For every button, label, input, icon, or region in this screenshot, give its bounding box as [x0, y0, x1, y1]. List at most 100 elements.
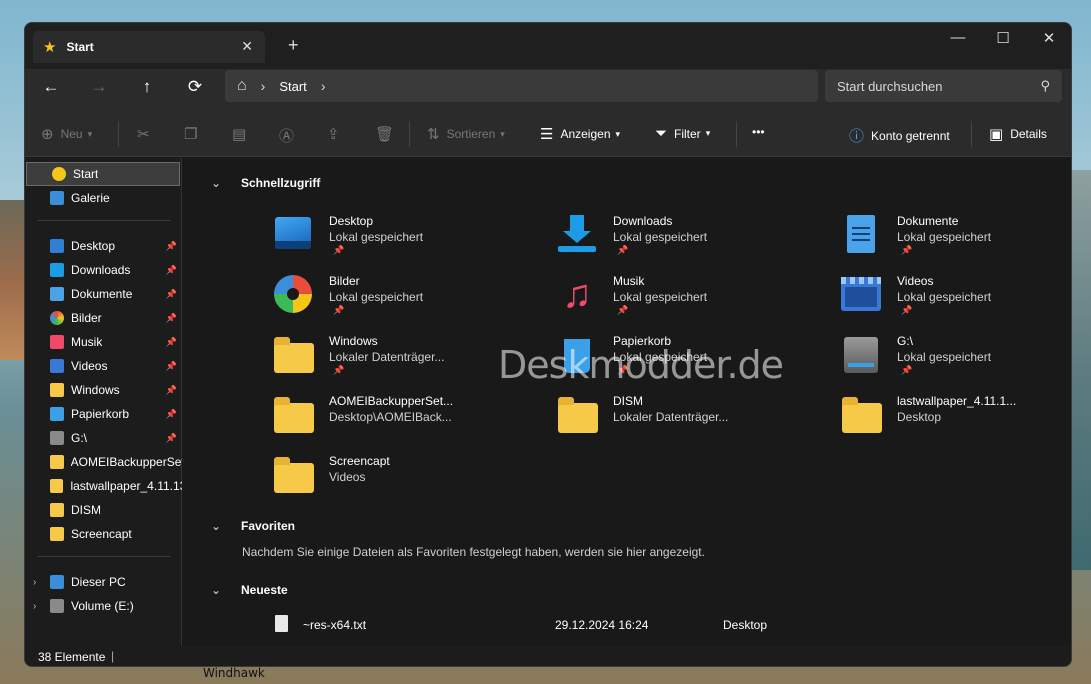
tile-dokumente[interactable]: Dokumente Lokal gespeichert 📌	[840, 213, 1071, 271]
copy-button[interactable]: ❐	[184, 125, 204, 143]
tile-lastwallpaper[interactable]: lastwallpaper_4.11.1... Desktop	[840, 393, 1071, 451]
sidebar-divider	[37, 220, 171, 221]
music-icon	[50, 335, 64, 349]
section-favorites[interactable]: ⌄ Favoriten	[211, 519, 295, 533]
rename-button[interactable]: Ⓐ	[279, 125, 301, 146]
address-bar[interactable]: ⌂ › Start ›	[225, 70, 818, 102]
chevron-down-icon[interactable]: ⌄	[211, 583, 221, 597]
delete-button[interactable]: 🗑	[375, 125, 401, 143]
tile-bilder[interactable]: Bilder Lokal gespeichert 📌	[272, 273, 532, 331]
tile-name: Windows	[329, 334, 378, 348]
list-item[interactable]: ~res-x64.txt 29.12.2024 16:24 Desktop	[273, 615, 793, 637]
tile-name: Downloads	[613, 214, 673, 228]
drive-icon	[50, 431, 64, 445]
folder-icon	[50, 383, 64, 397]
folder-icon	[50, 503, 64, 517]
search-input[interactable]: Start durchsuchen ⚲	[825, 70, 1062, 102]
sidebar-item-dokumente[interactable]: Dokumente 📌	[25, 282, 182, 306]
view-list-icon: ☰	[540, 126, 554, 143]
pin-icon[interactable]: 📌	[166, 409, 177, 420]
section-recent[interactable]: ⌄ Neueste	[211, 583, 288, 597]
chevron-right-icon[interactable]: ›	[33, 601, 36, 612]
share-button[interactable]: ⇪	[327, 125, 347, 143]
maximize-button[interactable]: ☐	[988, 29, 1018, 55]
breadcrumb[interactable]: Start	[279, 79, 306, 94]
taskbar-label[interactable]: Windhawk	[203, 666, 265, 680]
tile-videos[interactable]: Videos Lokal gespeichert 📌	[840, 273, 1071, 331]
sidebar-item-galerie[interactable]: Galerie	[25, 186, 182, 210]
sidebar-item-volume-e[interactable]: › Volume (E:)	[25, 594, 182, 618]
pin-icon[interactable]: 📌	[166, 385, 177, 396]
account-status-button[interactable]: ⓘ Konto getrennt	[849, 125, 950, 146]
new-button[interactable]: ⊕ Neu ▾	[41, 125, 92, 143]
sidebar-item-windows[interactable]: Windows 📌	[25, 378, 182, 402]
tile-g-drive[interactable]: G:\ Lokal gespeichert 📌	[840, 333, 1071, 391]
cut-button[interactable]: ✂	[137, 125, 157, 143]
tab-close-icon[interactable]: ✕	[241, 38, 253, 55]
tile-subtitle: Lokaler Datenträger...	[329, 350, 445, 364]
desktop-icon	[272, 213, 314, 255]
filter-button[interactable]: ⏷ Filter ▾	[655, 125, 710, 142]
desktop-background-left	[0, 200, 24, 360]
forward-button[interactable]: →	[85, 77, 113, 103]
pin-icon[interactable]: 📌	[166, 265, 177, 276]
sidebar-item-bilder[interactable]: Bilder 📌	[25, 306, 182, 330]
sidebar-item-aomei[interactable]: AOMEIBackupperSet	[25, 450, 182, 474]
tile-windows[interactable]: Windows Lokaler Datenträger... 📌	[272, 333, 532, 391]
sidebar-item-musik[interactable]: Musik 📌	[25, 330, 182, 354]
new-tab-button[interactable]: +	[288, 35, 299, 56]
minimize-button[interactable]: —	[943, 29, 973, 55]
pin-icon[interactable]: 📌	[166, 313, 177, 324]
sidebar-item-label: Papierkorb	[71, 407, 130, 421]
chevron-right-icon[interactable]: ›	[261, 78, 266, 94]
back-button[interactable]: ←	[37, 77, 65, 103]
tile-downloads[interactable]: Downloads Lokal gespeichert 📌	[556, 213, 816, 271]
sidebar-item-downloads[interactable]: Downloads 📌	[25, 258, 182, 282]
chevron-down-icon[interactable]: ⌄	[211, 176, 221, 190]
sidebar-item-start[interactable]: Start	[26, 162, 180, 186]
refresh-button[interactable]: ⟳	[181, 77, 209, 103]
drive-icon	[50, 599, 64, 613]
info-icon: ⓘ	[849, 128, 865, 145]
tile-screencapt[interactable]: Screencapt Videos	[272, 453, 532, 511]
sidebar-item-lastwallpaper[interactable]: lastwallpaper_4.11.13	[25, 474, 182, 498]
pin-icon[interactable]: 📌	[166, 361, 177, 372]
pin-icon[interactable]: 📌	[166, 337, 177, 348]
tile-desktop[interactable]: Desktop Lokal gespeichert 📌	[272, 213, 532, 271]
view-button[interactable]: ☰ Anzeigen ▾	[540, 125, 620, 143]
sidebar-item-dieser-pc[interactable]: › Dieser PC	[25, 570, 182, 594]
rename-icon: Ⓐ	[279, 128, 295, 145]
pin-icon: 📌	[333, 245, 345, 255]
details-button[interactable]: ▣ Details	[989, 125, 1047, 143]
pin-icon[interactable]: 📌	[166, 289, 177, 300]
plus-circle-icon: ⊕	[41, 126, 54, 143]
watermark-logo: Deskmodder.de	[498, 343, 784, 387]
tile-aomei[interactable]: AOMEIBackupperSet... Desktop\AOMEIBack..…	[272, 393, 532, 451]
sidebar-item-papierkorb[interactable]: Papierkorb 📌	[25, 402, 182, 426]
chevron-right-icon[interactable]: ›	[33, 577, 36, 588]
documents-icon	[50, 287, 64, 301]
close-button[interactable]: ✕	[1034, 29, 1064, 55]
sidebar-item-desktop[interactable]: Desktop 📌	[25, 234, 182, 258]
chevron-down-icon: ▾	[615, 128, 621, 139]
paste-button[interactable]: ▤	[232, 125, 253, 143]
tab-start[interactable]: ★ Start ✕	[33, 31, 265, 63]
sidebar-item-dism[interactable]: DISM	[25, 498, 182, 522]
pin-icon[interactable]: 📌	[166, 433, 177, 444]
up-button[interactable]: ↑	[133, 77, 161, 103]
home-icon[interactable]: ⌂	[237, 77, 247, 95]
sidebar-item-g-drive[interactable]: G:\ 📌	[25, 426, 182, 450]
sort-button[interactable]: ⇅ Sortieren ▾	[427, 125, 505, 143]
chevron-right-icon[interactable]: ›	[321, 78, 326, 94]
more-options-button[interactable]: •••	[752, 125, 765, 139]
tile-name: Musik	[613, 274, 645, 288]
chevron-down-icon[interactable]: ⌄	[211, 519, 221, 533]
sidebar-item-videos[interactable]: Videos 📌	[25, 354, 182, 378]
section-quick-access[interactable]: ⌄ Schnellzugriff	[211, 176, 320, 190]
tile-musik[interactable]: ♫ Musik Lokal gespeichert 📌	[556, 273, 816, 331]
tile-dism[interactable]: DISM Lokaler Datenträger...	[556, 393, 816, 451]
sidebar-item-label: Bilder	[71, 311, 102, 325]
section-title: Neueste	[241, 583, 288, 597]
sidebar-item-screencapt[interactable]: Screencapt	[25, 522, 182, 546]
pin-icon[interactable]: 📌	[166, 241, 177, 252]
